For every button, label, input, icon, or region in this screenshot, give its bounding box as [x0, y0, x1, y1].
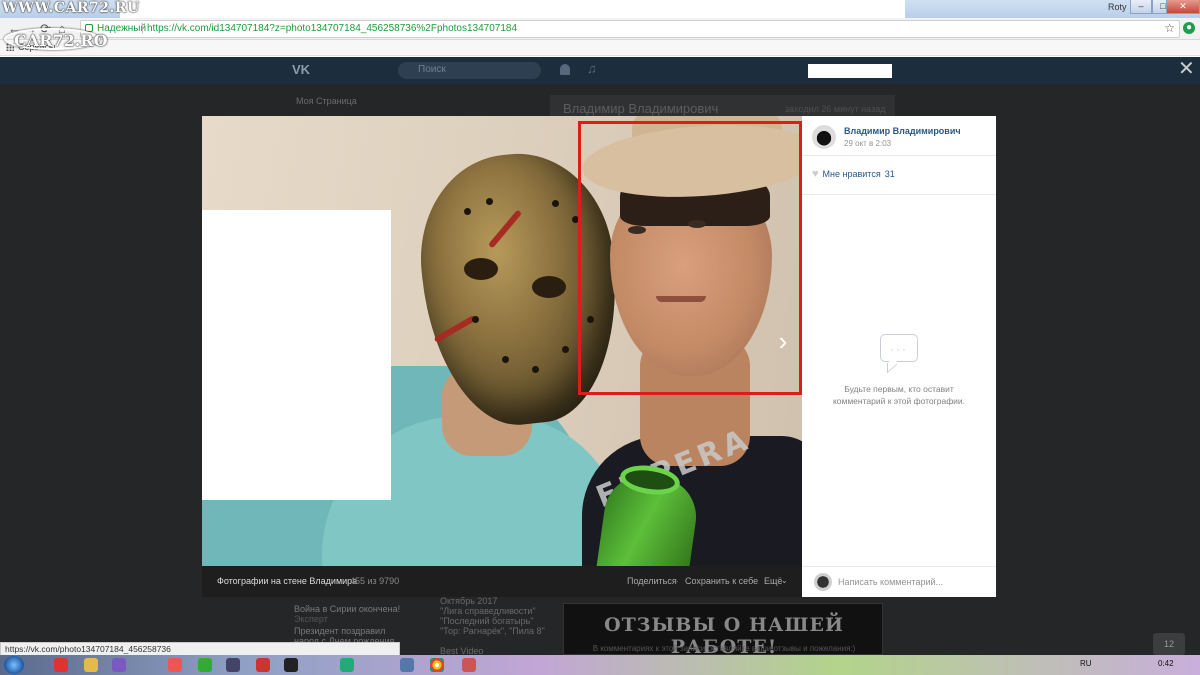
url-text: https://vk.com/id134707184?z=photo134707…	[147, 23, 518, 34]
taskbar-app-icon[interactable]	[168, 658, 182, 672]
taskbar-app-icon[interactable]	[256, 658, 270, 672]
taskbar-app-icon[interactable]	[340, 658, 354, 672]
reviews-banner[interactable]: ОТЗЫВЫ О НАШЕЙ РАБОТЕ! В комментариях к …	[563, 603, 883, 658]
taskbar-app-icon[interactable]	[400, 658, 414, 672]
album-count: 455 из 9790	[350, 576, 400, 586]
taskbar-app-icon[interactable]	[462, 658, 476, 672]
watermark-top: WWW.CAR72.RU	[2, 0, 140, 16]
sidebar-item-my-page: Моя Страница	[296, 96, 357, 106]
album-name[interactable]: Фотографии на стене Владимира	[217, 576, 357, 586]
taskbar: RU 0:42	[0, 655, 1200, 675]
profile-meta-dim: заходил 26 минут назад	[785, 104, 886, 114]
photo-mask-hole	[464, 208, 471, 215]
comment-input[interactable]	[838, 575, 988, 589]
photo[interactable]: EMPERA ›	[202, 116, 802, 566]
like-button[interactable]: ♥ Мне нравится 31	[812, 168, 895, 180]
like-label: Мне нравится	[822, 169, 881, 179]
reviews-subtitle: В комментариях к этой записи оставляйте …	[592, 644, 856, 653]
music-note-icon[interactable]: ♫	[587, 61, 597, 76]
like-count: 31	[884, 169, 895, 179]
screen: Roty – □ ✕ ← → ⟳ ⌂ Надежный | https://vk…	[0, 0, 1200, 675]
share-button[interactable]: Поделиться	[627, 576, 677, 586]
user-name-redaction	[808, 64, 892, 78]
news-item: Эксперт	[294, 614, 328, 624]
url-field[interactable]: Надежный | https://vk.com/id134707184?z=…	[80, 20, 1180, 38]
action-separator: ·	[755, 576, 758, 586]
titlebar-redaction	[120, 0, 905, 18]
bookmark-star-icon[interactable]: ☆	[1164, 21, 1175, 35]
next-photo-arrow-icon[interactable]: ›	[768, 326, 798, 356]
empty-comments-message: Будьте первым, кто оставит комментарий к…	[832, 384, 966, 406]
taskbar-app-icon[interactable]	[198, 658, 212, 672]
save-to-self-button[interactable]: Сохранить к себе	[685, 576, 758, 586]
minimize-button[interactable]: –	[1130, 0, 1152, 14]
vk-header: VK Поиск ♫	[0, 57, 1200, 84]
news-item: "Последний богатырь"	[440, 616, 534, 626]
close-window-button[interactable]: ✕	[1166, 0, 1200, 14]
notifications-bell-icon[interactable]	[560, 64, 570, 75]
news-item: "Лига справедливости"	[440, 606, 536, 616]
photo-mask-eye	[464, 258, 498, 280]
comment-dots-icon: ···	[890, 342, 908, 356]
chevron-down-icon: ⌄	[781, 576, 788, 585]
profile-name-dim: Владимир Владимирович	[563, 101, 719, 116]
photo-mask-eye	[532, 276, 566, 298]
taskbar-app-icon[interactable]	[284, 658, 298, 672]
my-avatar	[814, 573, 832, 591]
more-button[interactable]: Ещё	[764, 576, 782, 586]
photo-sidebar: Владимир Владимирович 29 окт в 2:03 ♥ Мне…	[802, 116, 996, 597]
window-titlebar: Roty – □ ✕	[0, 0, 1200, 18]
photo-footer: Фотографии на стене Владимира 455 из 979…	[202, 566, 802, 597]
photo-viewer: EMPERA › Фотографии на стене Владимира 4…	[202, 116, 996, 597]
url-separator: |	[141, 22, 144, 34]
bookmarks-bar: Сервисы	[0, 40, 1200, 56]
taskbar-app-icon[interactable]	[84, 658, 98, 672]
language-indicator[interactable]: RU	[1080, 659, 1092, 668]
viewer-close-icon[interactable]: ✕	[1178, 59, 1195, 79]
taskbar-app-icon[interactable]	[54, 658, 68, 672]
comment-composer	[802, 566, 996, 597]
window-user: Roty	[1108, 2, 1127, 12]
watermark-logo: CAR72.RO	[14, 31, 108, 50]
news-item: "Тор: Рагнарёк", "Пила 8"	[440, 626, 545, 636]
news-item: Война в Сирии окончена!	[294, 604, 401, 614]
photo-mask-hole	[472, 316, 479, 323]
divider	[802, 194, 996, 195]
address-bar: ← → ⟳ ⌂ Надежный | https://vk.com/id1347…	[0, 18, 1200, 40]
chrome-icon[interactable]	[430, 658, 444, 672]
news-item: Октябрь 2017	[440, 596, 498, 606]
extension-icon[interactable]: ●	[1183, 22, 1195, 34]
news-item: Президент поздравил	[294, 626, 386, 636]
status-url: https://vk.com/photo134707184_456258736	[0, 642, 400, 656]
author-header: Владимир Владимирович 29 окт в 2:03	[802, 116, 996, 156]
taskbar-app-icon[interactable]	[226, 658, 240, 672]
photo-mask-hole	[486, 198, 493, 205]
counter-badge[interactable]: 12	[1153, 633, 1185, 655]
photo-mask-hole	[562, 346, 569, 353]
photo-mask-hole	[502, 356, 509, 363]
vk-logo[interactable]: VK	[292, 62, 310, 77]
vk-search-input[interactable]: Поиск	[398, 62, 541, 79]
author-name[interactable]: Владимир Владимирович	[844, 126, 961, 136]
photo-mask-hole	[532, 366, 539, 373]
author-avatar[interactable]	[812, 125, 836, 149]
start-button[interactable]	[4, 656, 24, 674]
photo-redaction	[202, 210, 391, 500]
action-separator: ·	[676, 576, 679, 586]
heart-icon: ♥	[812, 168, 819, 180]
clock[interactable]: 0:42	[1158, 659, 1174, 668]
taskbar-app-icon[interactable]	[112, 658, 126, 672]
post-date[interactable]: 29 окт в 2:03	[844, 139, 891, 148]
photo-mask-hole	[552, 200, 559, 207]
